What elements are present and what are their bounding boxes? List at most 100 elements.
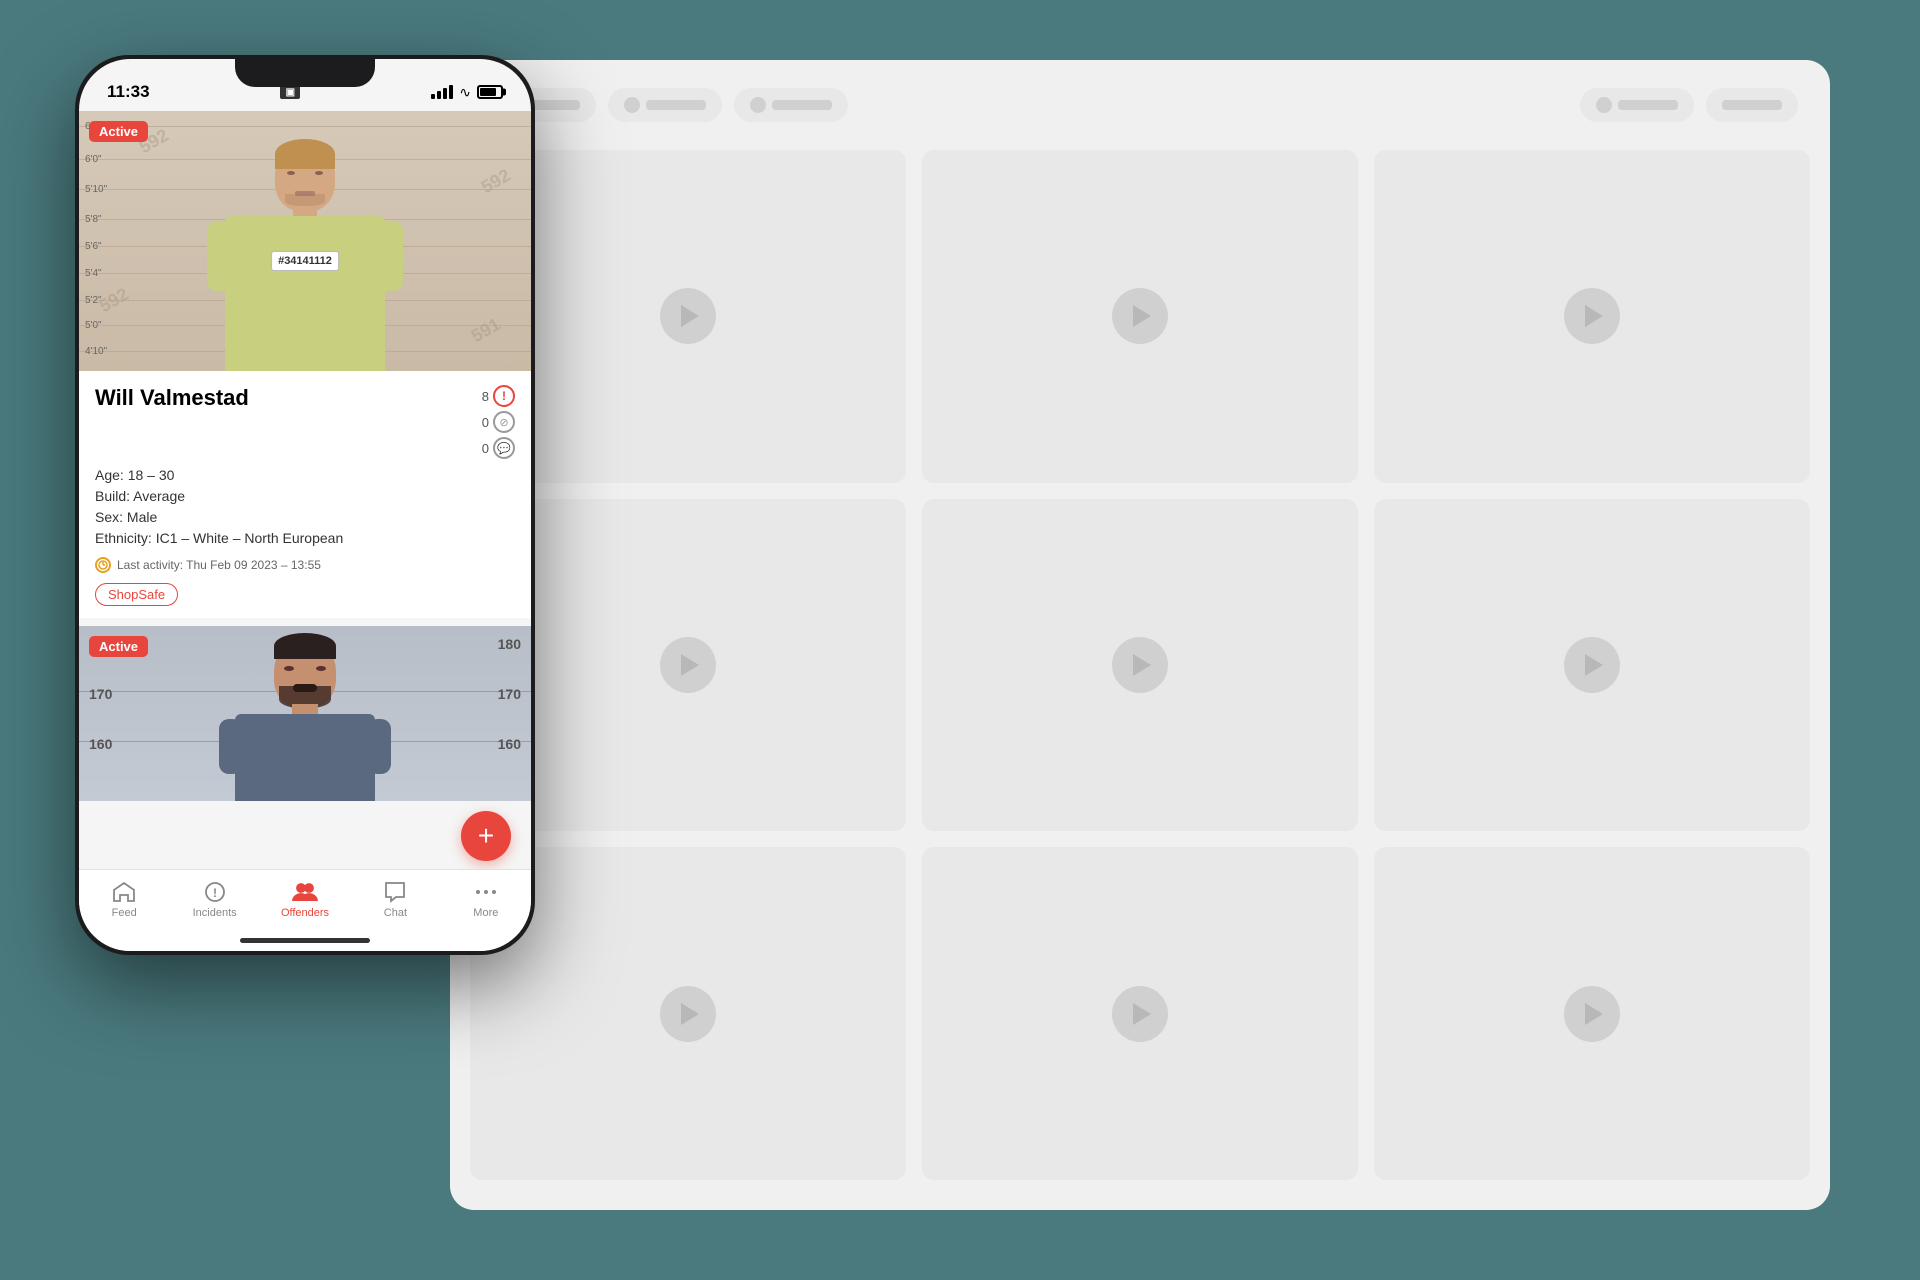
play-button-3[interactable] [1564,288,1620,344]
phone-inner: 11:33 ▣ ∿ 592 59 [79,59,531,951]
home-svg [113,882,135,902]
battery-fill [480,88,496,96]
action-icons-1: 8 ! 0 ⊘ 0 💬 [482,385,515,459]
nav-item-chat[interactable]: Chat [350,880,440,919]
fab-add-button[interactable]: + [461,811,511,861]
signal-bar-3 [443,88,447,99]
height-label-7: 5'2" [79,295,115,306]
play-button-5[interactable] [1112,637,1168,693]
info-row-1: Will Valmestad 8 ! 0 ⊘ 0 💬 [95,385,515,459]
arm-right-2 [373,719,391,774]
nav-item-incidents[interactable]: ! Incidents [169,880,259,919]
sort-pill[interactable] [1706,88,1798,122]
chat-row: 0 💬 [482,437,515,459]
alert-icon[interactable]: ! [493,385,515,407]
phone-notch [235,55,375,87]
nav-label-more: More [473,907,498,919]
video-cell-4[interactable] [470,499,906,832]
person-figure-1: #34141112 [210,136,400,371]
play-button-7[interactable] [660,986,716,1042]
offender-details-1: Age: 18 – 30 Build: Average Sex: Male Et… [95,465,515,549]
nav-label-offenders: Offenders [281,907,329,919]
number-sign-1: #34141112 [271,251,339,271]
filter-icon-pill[interactable] [1580,88,1694,122]
arm-left-1 [207,221,227,291]
play-icon-6 [1585,654,1603,676]
metric-label-180-right: 180 [498,636,521,652]
offender-name-1: Will Valmestad [95,385,249,411]
play-icon-7 [681,1003,699,1025]
filter-pill-2[interactable] [608,88,722,122]
name-section: Will Valmestad [95,385,249,411]
phone-content: 592 592 592 591 6'2" 6'0" 5'10" 5'8" 5'6… [79,111,531,869]
signal-icon [431,85,453,99]
play-button-2[interactable] [1112,288,1168,344]
play-icon-4 [681,654,699,676]
play-icon-2 [1133,305,1151,327]
more-svg [475,881,497,903]
person-silhouette-1: #34141112 [205,131,405,371]
clock-icon [95,557,111,573]
chat-svg [384,881,406,903]
offender-photo-2: 180 180 170 170 160 160 Active [79,626,531,801]
body-1: #34141112 [225,216,385,371]
play-button-8[interactable] [1112,986,1168,1042]
metric-label-160-left: 160 [89,736,112,752]
chat-nav-icon [381,880,409,904]
nav-item-more[interactable]: More [441,880,531,919]
video-cell-8[interactable] [922,847,1358,1180]
video-cell-3[interactable] [1374,150,1810,483]
video-cell-1[interactable] [470,150,906,483]
video-cell-2[interactable] [922,150,1358,483]
head-2 [274,636,336,708]
chat-count: 0 [482,441,489,456]
height-label-4: 5'8" [79,214,115,225]
svg-text:!: ! [213,886,217,900]
feed-icon [110,880,138,904]
video-cell-9[interactable] [1374,847,1810,1180]
height-label-6: 5'4" [79,268,115,279]
arm-left-2 [219,719,237,774]
detail-build: Build: Average [95,486,515,507]
arm-right-1 [383,221,403,291]
eye-right-2 [316,666,326,671]
desktop-toolbar [470,80,1810,130]
offender-info-1: Will Valmestad 8 ! 0 ⊘ 0 💬 [79,371,531,618]
filter-circle-icon-2 [624,97,640,113]
nav-item-feed[interactable]: Feed [79,880,169,919]
signal-bar-4 [449,85,453,99]
status-screen-icon: ▣ [280,85,300,99]
active-badge-1: Active [89,121,148,142]
play-button-4[interactable] [660,637,716,693]
head-1 [275,141,335,211]
block-icon[interactable]: ⊘ [493,411,515,433]
signal-bar-2 [437,91,441,99]
nav-item-offenders[interactable]: Offenders [260,880,350,919]
play-button-1[interactable] [660,288,716,344]
play-icon-1 [681,305,699,327]
desktop-panel [450,60,1830,1210]
eye-left-2 [284,666,294,671]
sort-text [1722,100,1782,110]
filter-pill-text-2 [646,100,706,110]
play-icon-3 [1585,305,1603,327]
filter-pill-text-3 [772,100,832,110]
play-button-6[interactable] [1564,637,1620,693]
video-cell-7[interactable] [470,847,906,1180]
play-button-9[interactable] [1564,986,1620,1042]
status-time: 11:33 [107,82,150,102]
last-activity-row: Last activity: Thu Feb 09 2023 – 13:55 [95,557,515,573]
shopsafe-tag[interactable]: ShopSafe [95,583,178,606]
offenders-svg [292,881,318,903]
incidents-svg: ! [204,881,226,903]
block-row: 0 ⊘ [482,411,515,433]
home-indicator [240,938,370,943]
video-cell-5[interactable] [922,499,1358,832]
block-count: 0 [482,415,489,430]
offender-photo-1: 592 592 592 591 6'2" 6'0" 5'10" 5'8" 5'6… [79,111,531,371]
incidents-icon: ! [201,880,229,904]
chat-icon[interactable]: 💬 [493,437,515,459]
filter-pill-3[interactable] [734,88,848,122]
video-cell-6[interactable] [1374,499,1810,832]
play-icon-5 [1133,654,1151,676]
